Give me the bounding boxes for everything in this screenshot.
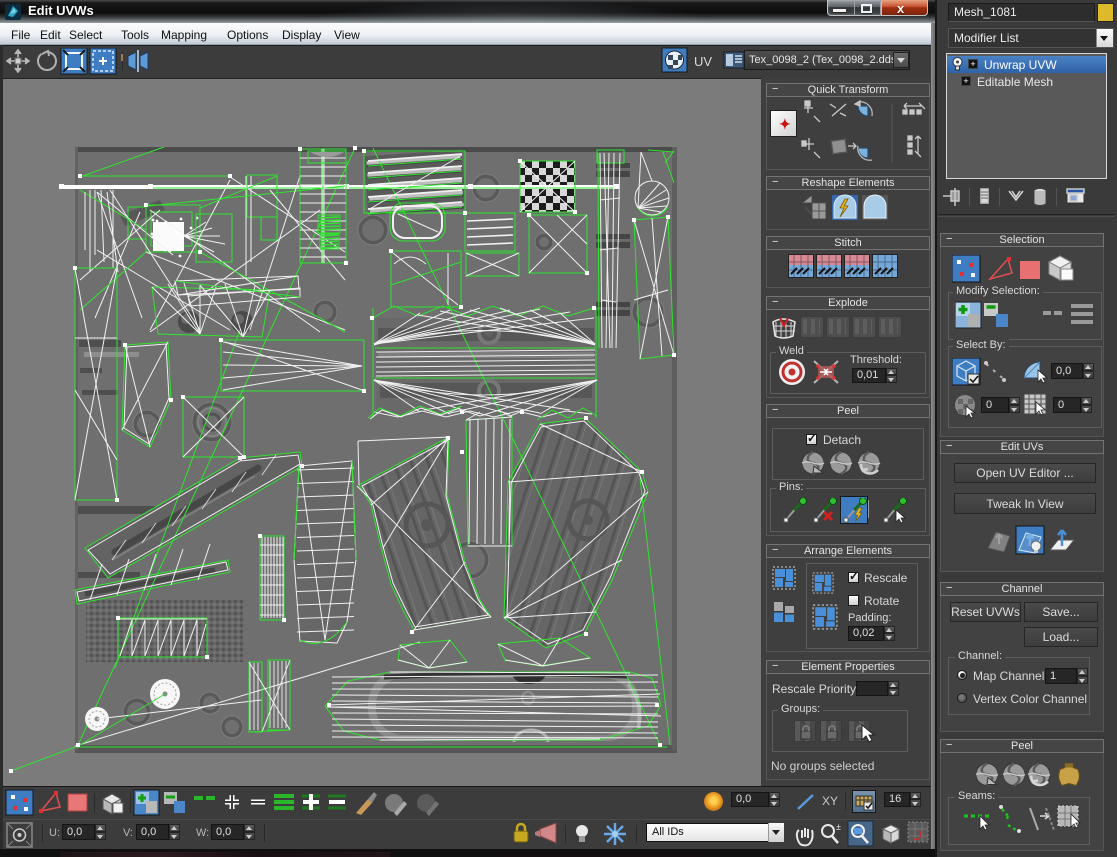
svg-text:UV: UV: [694, 54, 712, 69]
svg-text:±: ±: [836, 822, 841, 832]
